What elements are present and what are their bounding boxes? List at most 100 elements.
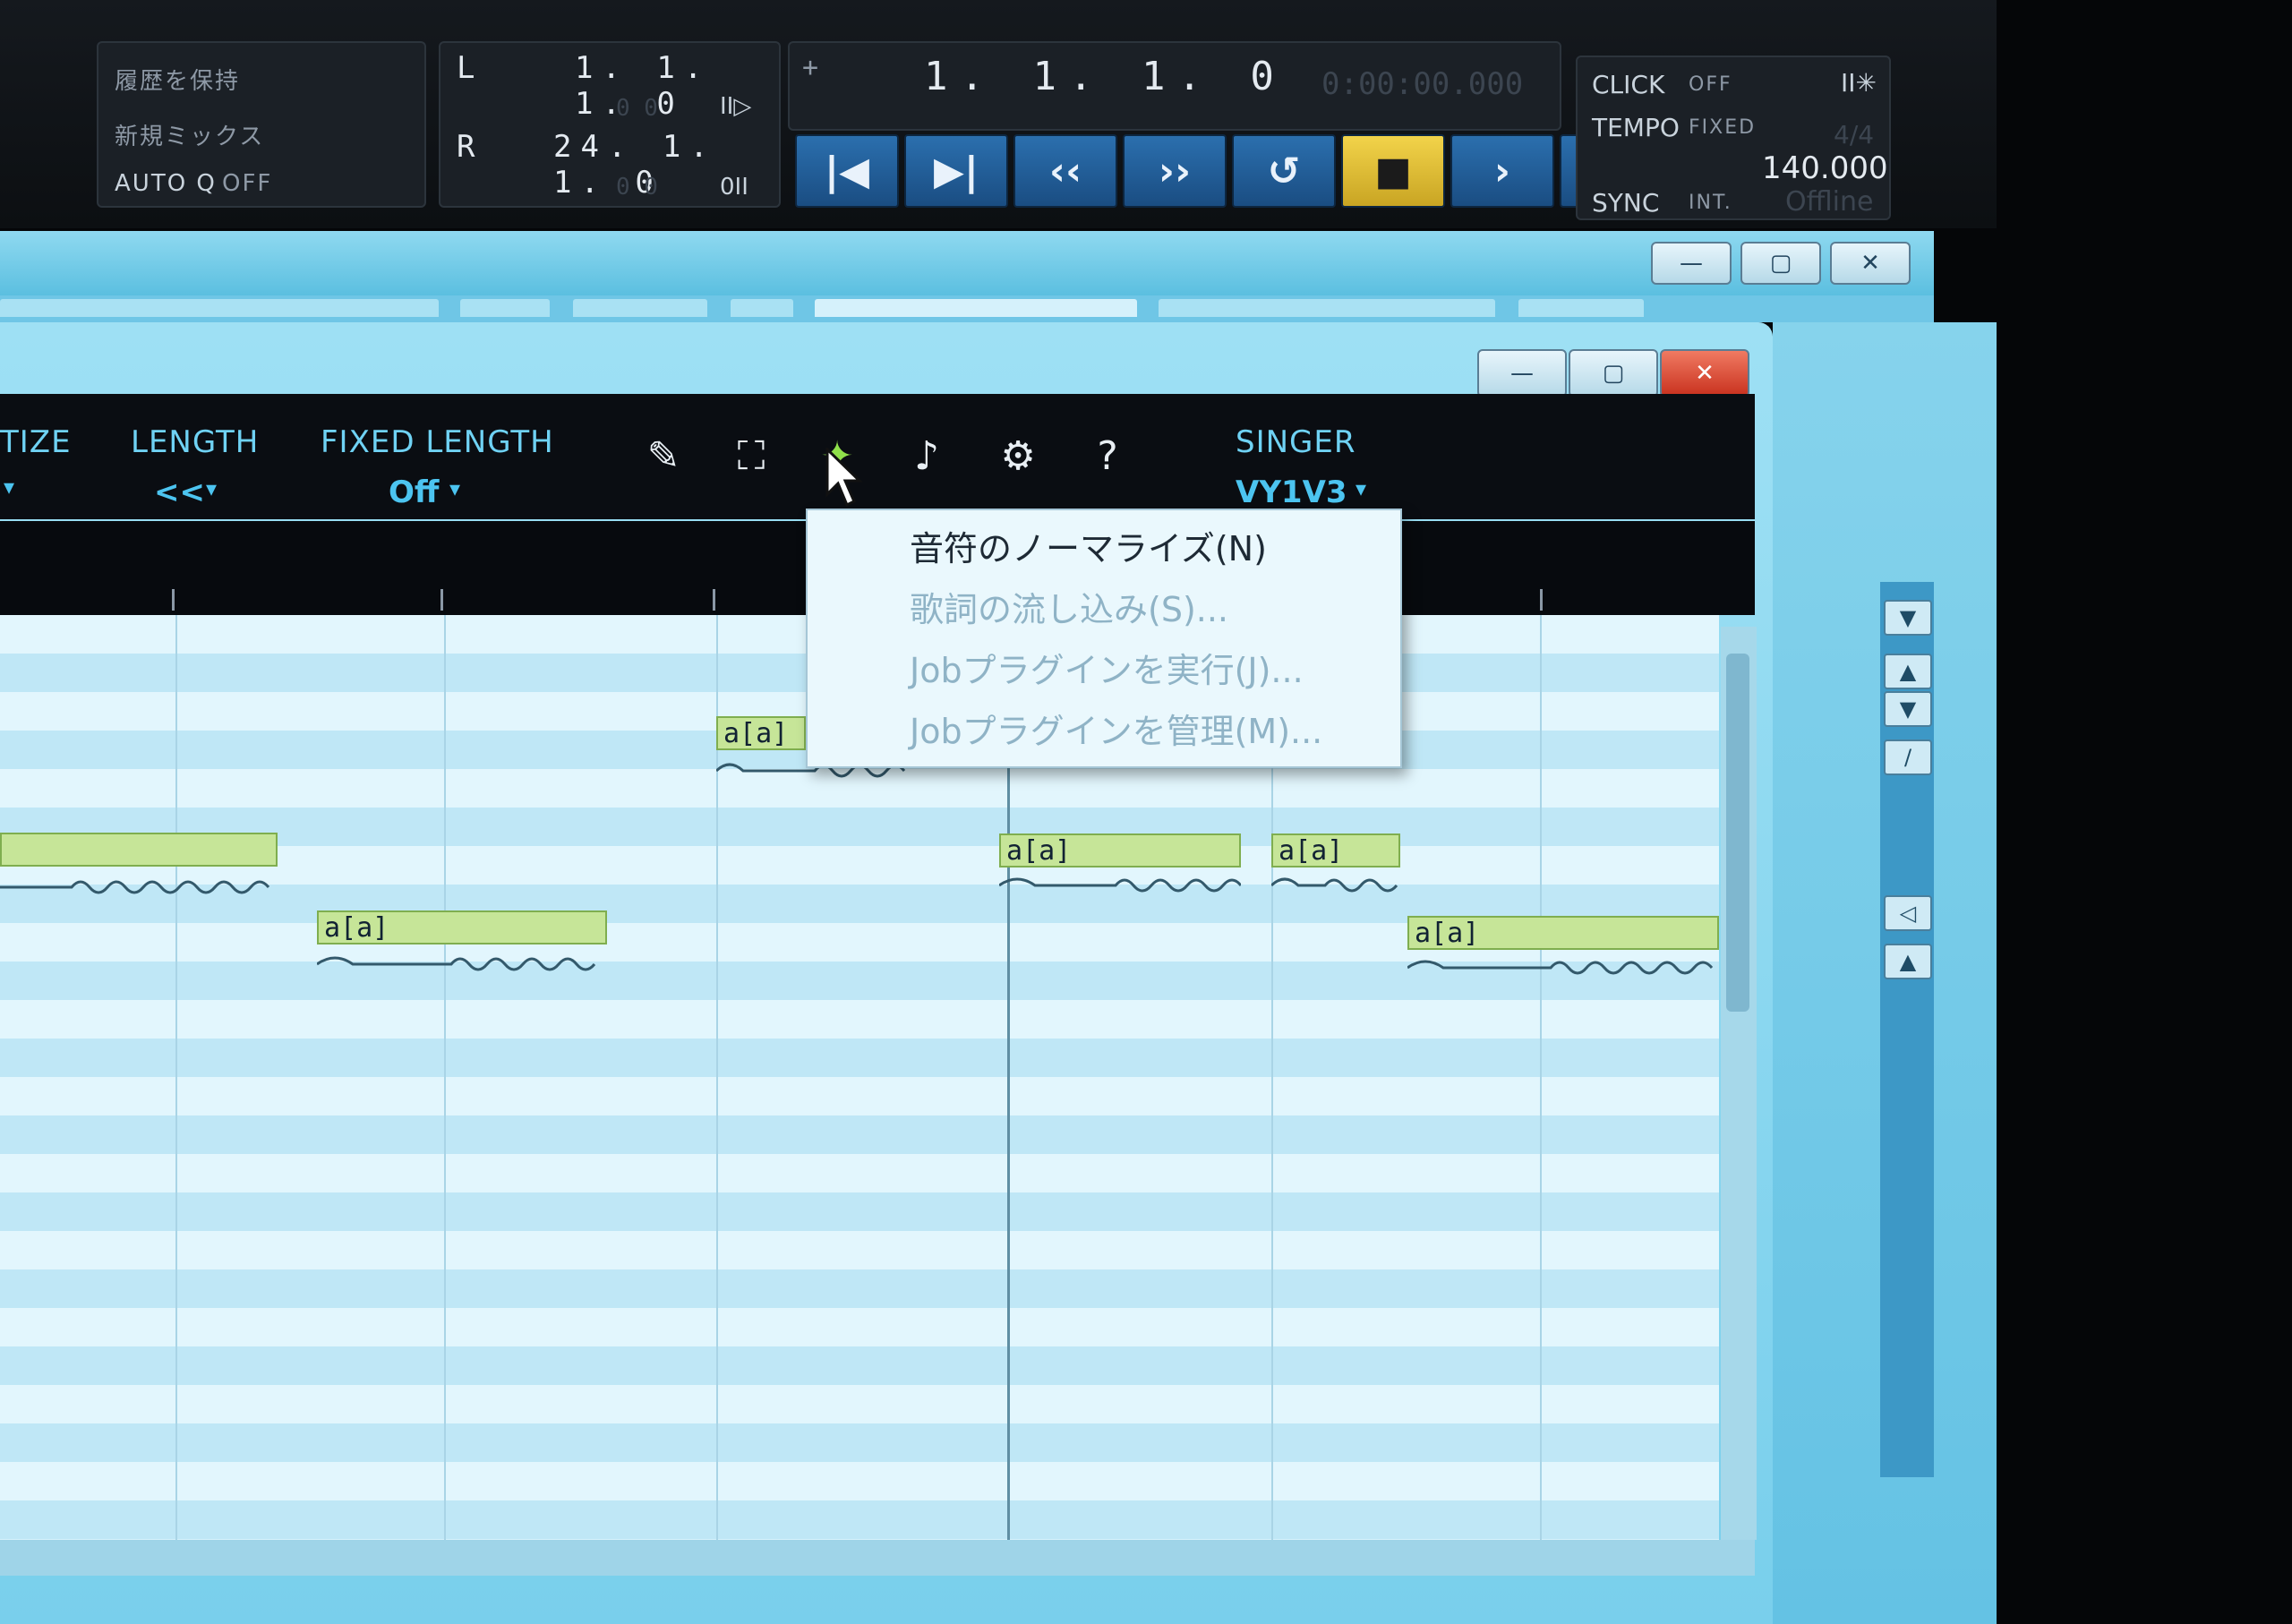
pitch-lane	[0, 1000, 1719, 1039]
chevron-down-icon[interactable]: ▾	[206, 476, 217, 501]
pitch-lane	[0, 1192, 1719, 1231]
editor-close-button[interactable]: ✕	[1660, 349, 1749, 397]
length-label: LENGTH	[131, 424, 260, 460]
track-tab-active[interactable]	[815, 299, 1137, 317]
left-locator-label: L	[457, 50, 481, 86]
tempo-mode[interactable]: FIXED	[1689, 116, 1756, 139]
pitch-lane	[0, 1385, 1719, 1423]
plus-icon[interactable]: +	[802, 52, 824, 83]
keep-history-label[interactable]: 履歴を保持	[115, 63, 240, 96]
main-minimize-button[interactable]: —	[1651, 242, 1732, 285]
singer-dropdown[interactable]: VY1V3	[1236, 474, 1347, 510]
vibrato-curve	[1407, 960, 1714, 975]
note-block[interactable]	[0, 833, 278, 867]
main-close-button[interactable]: ✕	[1830, 242, 1911, 285]
locator-panel: L 1. 1. 1. 0 0 0 R 24. 1. 1. 0 0 0 II▷ 0…	[439, 41, 781, 208]
editor-maximize-button[interactable]: ▢	[1569, 349, 1658, 397]
chevron-up-icon[interactable]: ▲	[1884, 944, 1932, 979]
ruler-tick	[1540, 589, 1543, 611]
loop-button[interactable]: ↺	[1232, 134, 1336, 208]
horizontal-scrollbar[interactable]	[0, 1540, 1755, 1576]
pencil-icon[interactable]: /	[1884, 739, 1932, 775]
sync-label: SYNC	[1592, 188, 1660, 218]
pitch-lane	[0, 1154, 1719, 1192]
beat-line	[1540, 615, 1542, 1540]
new-mix-label[interactable]: 新規ミックス	[115, 118, 264, 151]
pitch-lane	[0, 1346, 1719, 1385]
stop-button[interactable]: ■	[1341, 134, 1445, 208]
time-signature[interactable]: 4/4	[1834, 120, 1874, 150]
track-tab[interactable]	[1159, 299, 1495, 317]
chevron-down-icon[interactable]: ▾	[1356, 476, 1366, 501]
pitch-lane	[0, 1462, 1719, 1500]
menu-item-normalize-notes[interactable]: 音符のノーマライズ(N)	[910, 521, 1267, 570]
fixed-length-label: FIXED LENGTH	[321, 424, 554, 460]
position-display: + 1. 1. 1. 0 0:00:00.000	[788, 41, 1561, 131]
chevron-down-icon[interactable]: ▼	[1884, 600, 1932, 636]
pitch-lane	[0, 1500, 1719, 1539]
menu-item-flow-lyrics[interactable]: 歌詞の流し込み(S)...	[910, 582, 1228, 631]
vertical-scroll-thumb[interactable]	[1726, 654, 1749, 1012]
autoq-value[interactable]: OFF	[222, 170, 272, 197]
rewind-button[interactable]: ‹‹	[1013, 134, 1117, 208]
status-panel: CLICK OFF II✳ TEMPO FIXED 4/4 140.000 SY…	[1576, 56, 1891, 220]
vibrato-curve	[0, 880, 270, 894]
play-button[interactable]: ›	[1450, 134, 1554, 208]
note-block[interactable]: a[a]	[1407, 916, 1719, 950]
vibrato-curve	[999, 877, 1241, 893]
track-tab[interactable]	[573, 299, 707, 317]
pitch-lane	[0, 1115, 1719, 1154]
right-sub-value: 0 0	[616, 174, 658, 201]
main-window-titlebar: — ▢ ✕	[0, 231, 1934, 295]
track-tab[interactable]	[1518, 299, 1644, 317]
note-block[interactable]: a[a]	[999, 833, 1241, 868]
mouse-cursor-icon	[825, 448, 863, 508]
editor-minimize-button[interactable]: —	[1477, 349, 1567, 397]
beat-line	[444, 615, 446, 1540]
menu-item-run-job-plugin[interactable]: Jobプラグインを実行(J)...	[910, 643, 1304, 692]
go-to-start-button[interactable]: |◀	[795, 134, 899, 208]
go-to-end-button[interactable]: ▶|	[904, 134, 1008, 208]
score-icon[interactable]: ♪	[902, 432, 951, 480]
ruler-tick	[440, 589, 443, 611]
main-maximize-button[interactable]: ▢	[1740, 242, 1821, 285]
punch-out-icon[interactable]: 0II	[720, 174, 748, 201]
time-position[interactable]: 0:00:00.000	[1321, 66, 1523, 102]
metronome-icon[interactable]: II✳	[1841, 68, 1877, 98]
chevron-up-icon[interactable]: ▲	[1884, 654, 1932, 689]
history-panel: 履歴を保持 新規ミックス AUTO Q OFF	[97, 41, 426, 208]
beat-line	[716, 615, 718, 1540]
pitch-lane	[0, 1039, 1719, 1077]
quantize-label: TIZE	[0, 424, 72, 460]
track-tab[interactable]	[0, 299, 439, 317]
offline-status: Offline	[1785, 186, 1874, 218]
length-dropdown[interactable]: <<	[154, 474, 205, 510]
gear-icon[interactable]: ⚙	[994, 432, 1042, 480]
sync-value[interactable]: INT.	[1689, 192, 1732, 214]
bar-position[interactable]: 1. 1. 1. 0	[924, 54, 1287, 99]
chevron-down-icon[interactable]: ▾	[449, 476, 460, 501]
pencil-icon[interactable]: ✎	[639, 432, 688, 480]
tempo-label: TEMPO	[1592, 113, 1680, 142]
chevron-down-icon[interactable]: ▼	[1884, 691, 1932, 727]
fullscreen-icon[interactable]: ⛶	[727, 432, 775, 480]
track-tab[interactable]	[460, 299, 550, 317]
help-icon[interactable]: ?	[1083, 432, 1132, 480]
note-block[interactable]: a[a]	[716, 716, 806, 750]
punch-in-icon[interactable]: II▷	[720, 93, 751, 120]
wand-context-menu: 音符のノーマライズ(N) 歌詞の流し込み(S)... Jobプラグインを実行(J…	[806, 509, 1402, 768]
quantize-dropdown[interactable]: ▾	[4, 474, 14, 500]
click-value[interactable]: OFF	[1689, 73, 1732, 96]
track-tab[interactable]	[731, 299, 793, 317]
ruler-tick	[172, 589, 175, 611]
fixed-length-dropdown[interactable]: Off	[389, 474, 439, 510]
vibrato-curve	[317, 956, 596, 971]
editor-toolbar	[0, 394, 1755, 519]
menu-item-manage-job-plugin[interactable]: Jobプラグインを管理(M)...	[910, 704, 1322, 753]
fast-forward-button[interactable]: ››	[1123, 134, 1227, 208]
pitch-lane	[0, 1423, 1719, 1462]
note-block[interactable]: a[a]	[317, 910, 607, 944]
triangle-left-icon[interactable]: ◁	[1884, 895, 1932, 931]
note-block[interactable]: a[a]	[1271, 833, 1400, 868]
tempo-value[interactable]: 140.000	[1762, 150, 1888, 186]
